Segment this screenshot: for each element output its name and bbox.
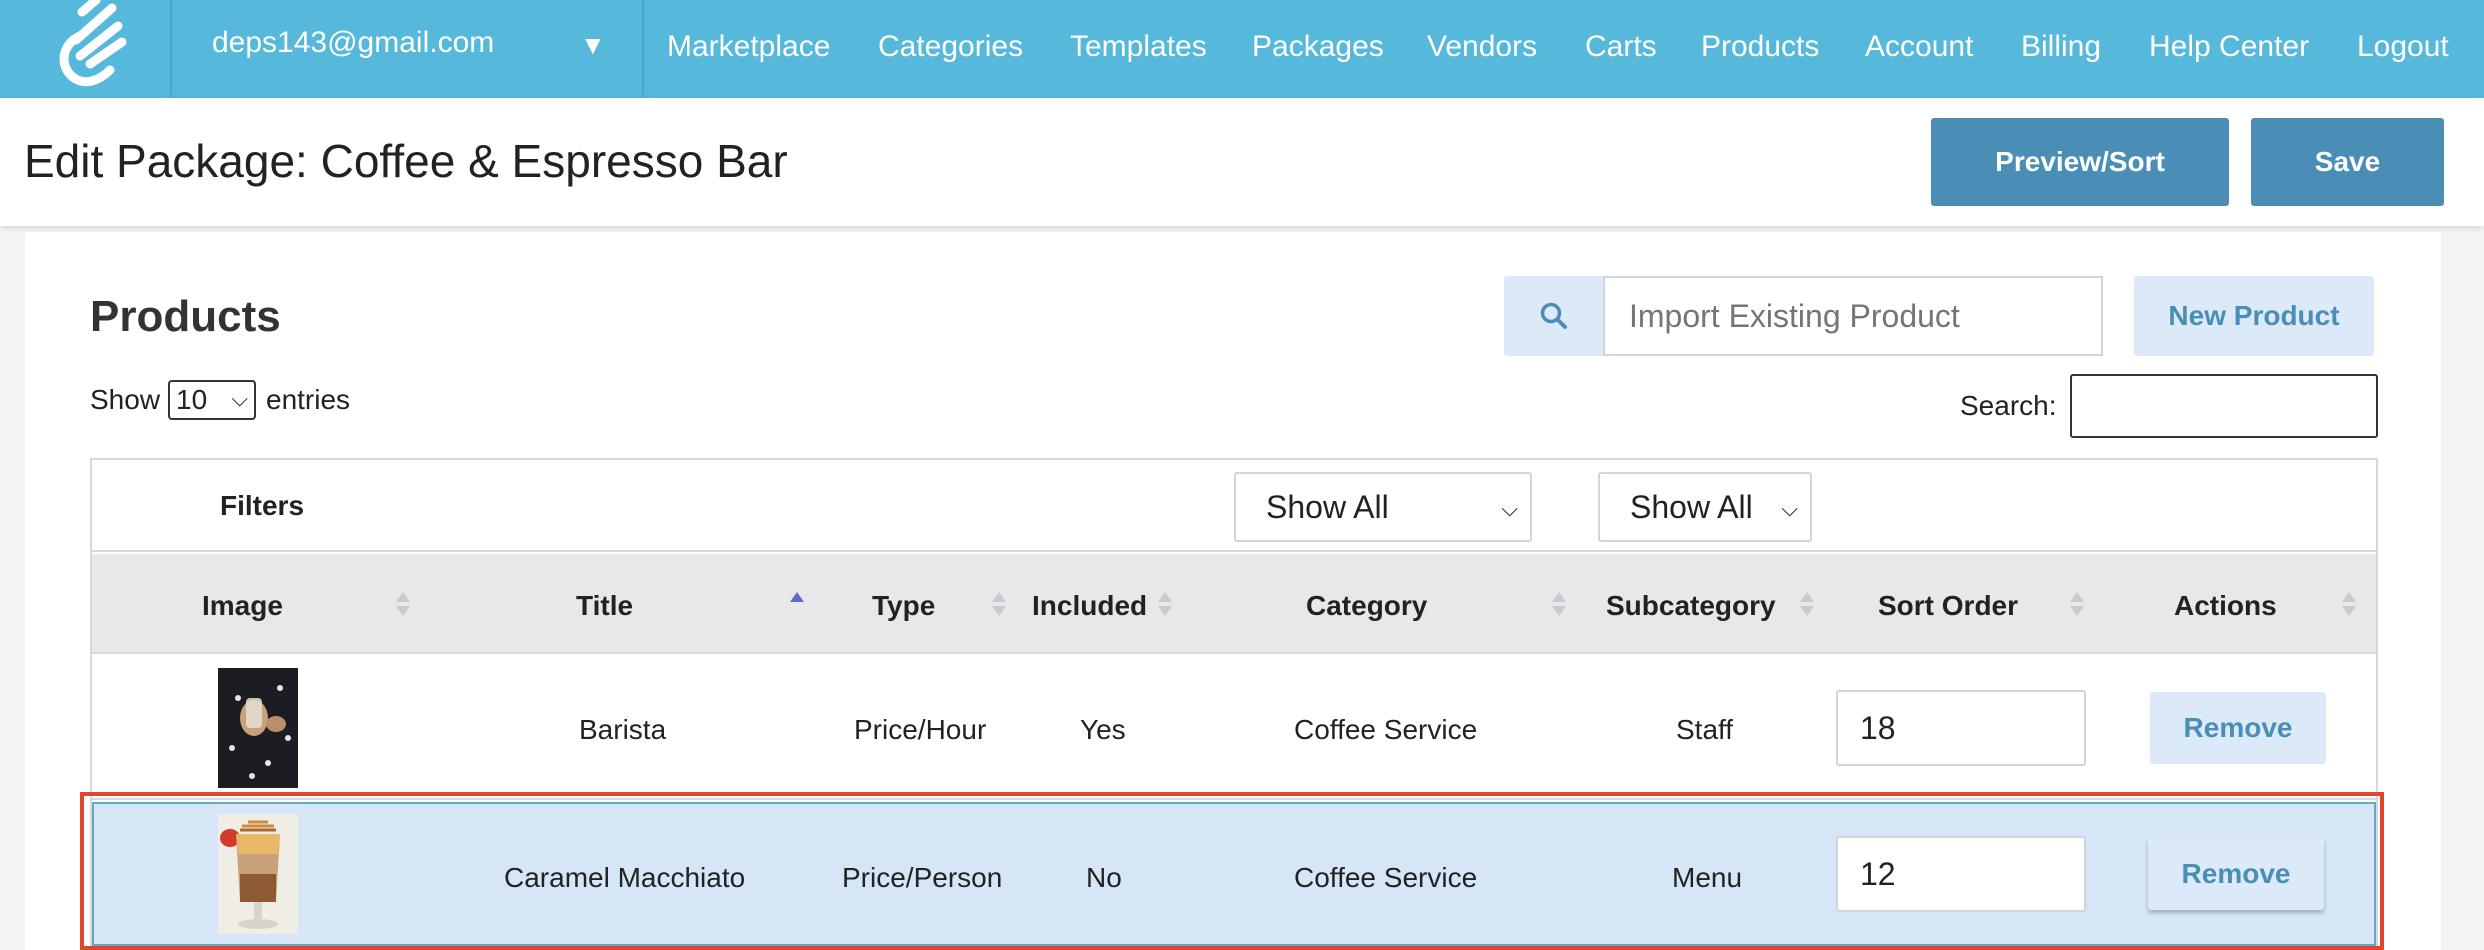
cell-type: Price/Hour xyxy=(854,714,987,745)
cell-included: Yes xyxy=(1080,714,1126,745)
cell-category: Coffee Service xyxy=(1294,862,1478,893)
remove-button[interactable]: Remove xyxy=(2150,692,2326,764)
nav-products[interactable]: Products xyxy=(1701,30,1819,64)
sort-icon xyxy=(396,592,410,620)
top-nav: deps143@gmail.com ▼ Marketplace Categori… xyxy=(0,0,2484,98)
nav-billing[interactable]: Billing xyxy=(2021,30,2101,64)
table-search-input[interactable] xyxy=(2070,374,2378,438)
column-header-type[interactable]: Type xyxy=(872,590,935,622)
remove-button[interactable]: Remove xyxy=(2148,838,2324,910)
cell-subcategory: Staff xyxy=(1676,714,1734,745)
caret-down-icon: ▼ xyxy=(580,30,606,60)
save-button[interactable]: Save xyxy=(2251,118,2444,206)
nav-help-center[interactable]: Help Center xyxy=(2149,30,2309,64)
column-header-included[interactable]: Included xyxy=(1032,590,1147,622)
sort-icon xyxy=(2070,592,2084,620)
cell-subcategory: Menu xyxy=(1672,862,1743,893)
product-thumbnail xyxy=(218,814,298,934)
show-label: Show xyxy=(90,384,161,415)
product-thumbnail xyxy=(218,668,298,788)
search-icon xyxy=(1540,302,1567,329)
import-product-input[interactable] xyxy=(1603,276,2103,356)
chevron-down-icon: ⌵ xyxy=(1501,496,1518,521)
entries-label: entries xyxy=(266,384,351,415)
table-header-row: Image Title Type Included Category Subca… xyxy=(92,554,2376,654)
column-header-category[interactable]: Category xyxy=(1306,590,1427,622)
nav-vendors[interactable]: Vendors xyxy=(1427,30,1537,64)
cell-title: Caramel Macchiato xyxy=(504,862,746,893)
sort-order-input[interactable] xyxy=(1836,836,2086,912)
table-row[interactable]: Barista Price/Hour Yes Coffee Service St… xyxy=(92,656,2376,800)
category-filter-value: Show All xyxy=(1266,488,1389,525)
cell-included: No xyxy=(1086,862,1122,893)
hand-logo-icon xyxy=(59,0,127,87)
nav-packages[interactable]: Packages xyxy=(1252,30,1384,64)
table-row[interactable]: Caramel Macchiato Price/Person No Coffee… xyxy=(92,802,2376,946)
preview-sort-button[interactable]: Preview/Sort xyxy=(1931,118,2229,206)
subcategory-filter-select[interactable]: Show All ⌵ xyxy=(1598,472,1812,542)
logo[interactable] xyxy=(0,0,172,98)
search-label: Search: xyxy=(1960,390,2057,421)
subcategory-filter-value: Show All xyxy=(1630,488,1753,525)
entries-select[interactable]: 10 ⌵ xyxy=(168,380,256,420)
nav-logout[interactable]: Logout xyxy=(2357,30,2449,64)
products-table: Filters Show All ⌵ Show All ⌵ Image Titl… xyxy=(90,458,2378,950)
page-title: Edit Package: Coffee & Espresso Bar xyxy=(24,135,788,187)
sort-icon xyxy=(2342,592,2356,620)
nav-carts[interactable]: Carts xyxy=(1585,30,1657,64)
filters-label: Filters xyxy=(220,490,305,521)
filters-row: Filters Show All ⌵ Show All ⌵ xyxy=(92,460,2376,552)
column-header-sort-order[interactable]: Sort Order xyxy=(1878,590,2018,622)
nav-marketplace[interactable]: Marketplace xyxy=(667,30,830,64)
nav-categories[interactable]: Categories xyxy=(878,30,1023,64)
column-header-title[interactable]: Title xyxy=(576,590,633,622)
new-product-button[interactable]: New Product xyxy=(2134,276,2374,356)
nav-account[interactable]: Account xyxy=(1865,30,1973,64)
cell-type: Price/Person xyxy=(842,862,1003,893)
sort-icon xyxy=(1800,592,1814,620)
column-header-image[interactable]: Image xyxy=(202,590,283,622)
account-dropdown[interactable]: deps143@gmail.com ▼ xyxy=(172,0,644,98)
cell-category: Coffee Service xyxy=(1294,714,1478,745)
sort-ascending-icon xyxy=(790,592,804,620)
sort-order-input[interactable] xyxy=(1836,690,2086,766)
sort-icon xyxy=(1158,592,1172,620)
entries-value: 10 xyxy=(176,384,208,415)
column-header-subcategory[interactable]: Subcategory xyxy=(1606,590,1776,622)
import-search-button[interactable] xyxy=(1504,276,1604,356)
sort-icon xyxy=(992,592,1006,620)
section-title: Products xyxy=(90,292,281,341)
category-filter-select[interactable]: Show All ⌵ xyxy=(1234,472,1532,542)
cell-title: Barista xyxy=(579,714,667,745)
sort-icon xyxy=(1552,592,1566,620)
page-header: Edit Package: Coffee & Espresso Bar Prev… xyxy=(0,98,2484,226)
column-header-actions[interactable]: Actions xyxy=(2174,590,2277,622)
chevron-down-icon: ⌵ xyxy=(1781,496,1798,521)
account-email: deps143@gmail.com xyxy=(212,26,495,59)
nav-templates[interactable]: Templates xyxy=(1070,30,1207,64)
chevron-down-icon: ⌵ xyxy=(231,386,248,411)
